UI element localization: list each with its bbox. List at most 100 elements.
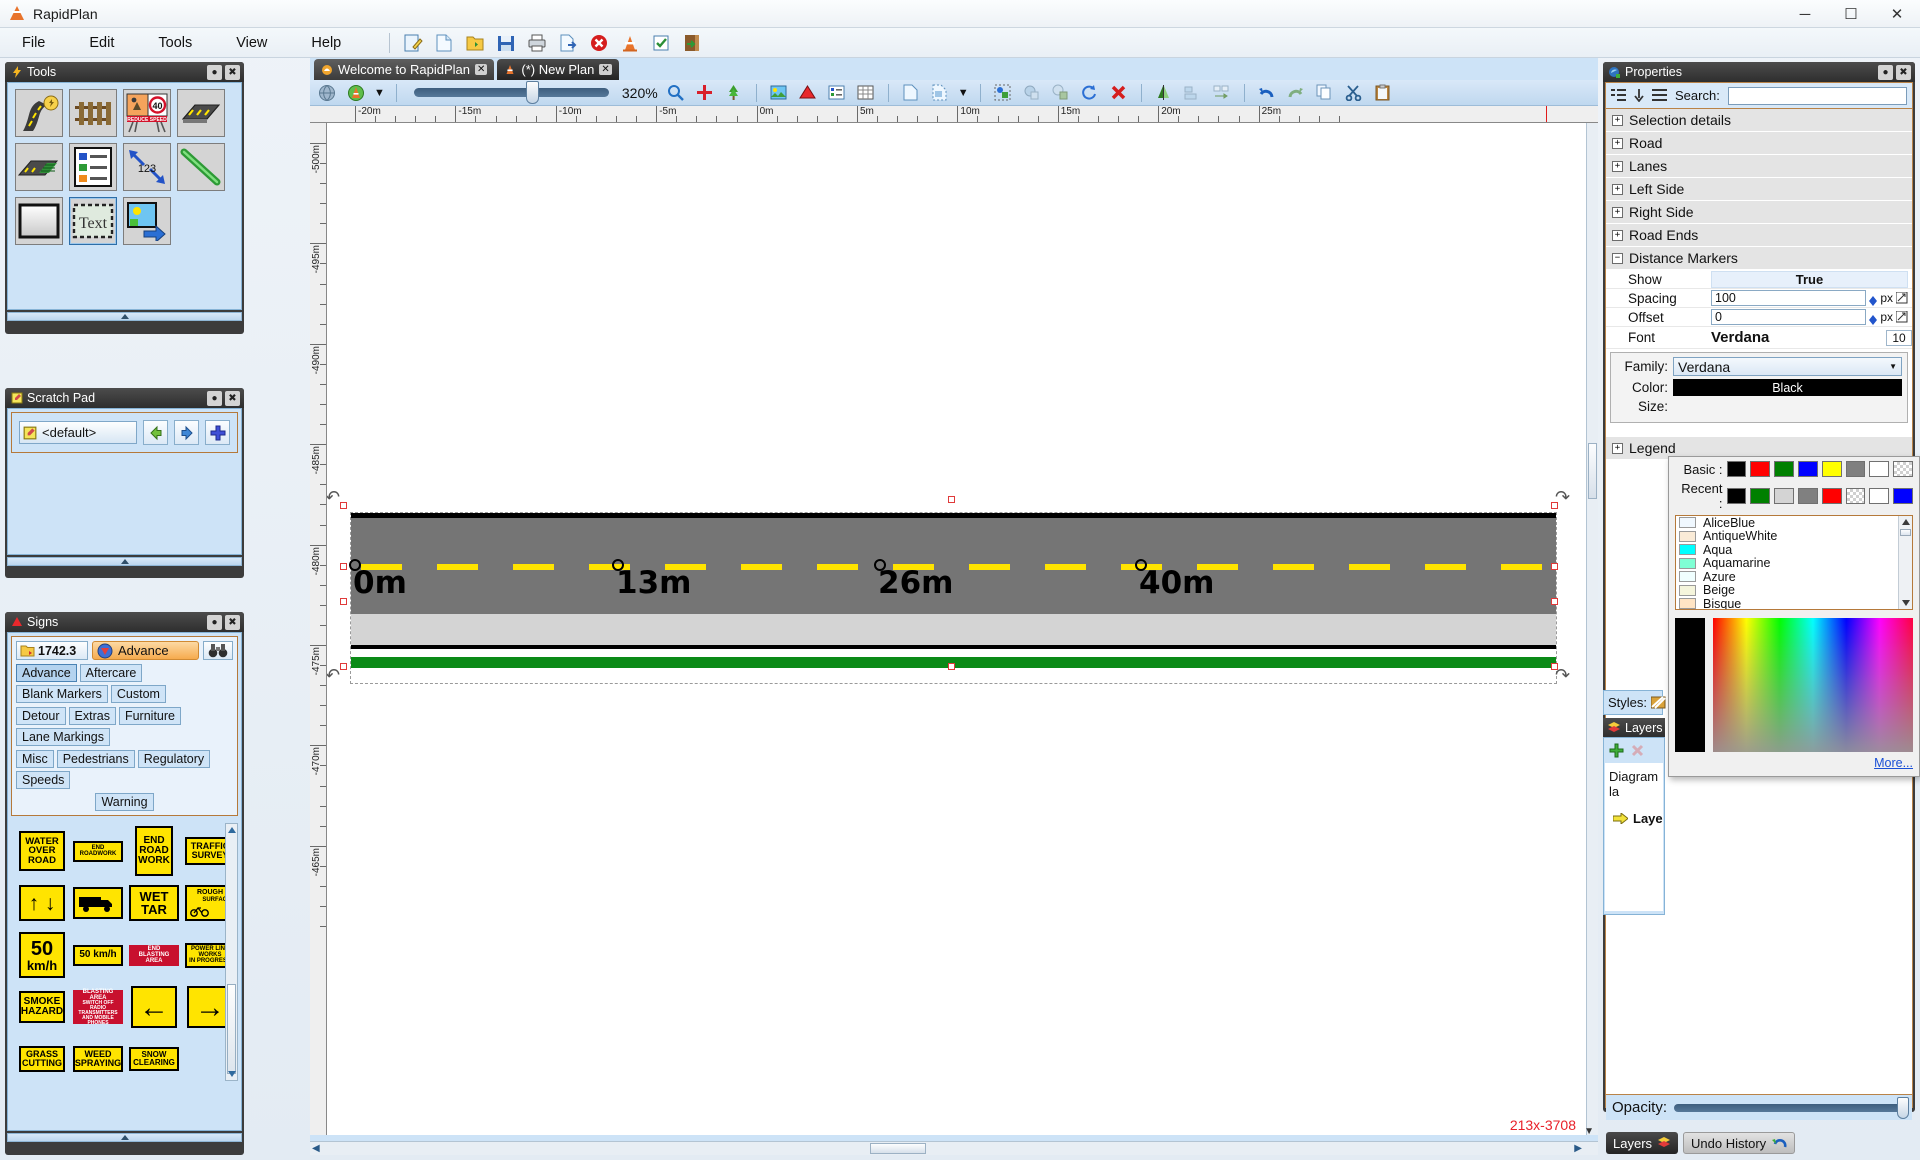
table-icon[interactable] <box>855 82 877 104</box>
sign-category-combo[interactable]: Advance <box>92 641 199 660</box>
paste-icon[interactable] <box>1372 82 1394 104</box>
rotate-handle-top-left[interactable]: ↶ <box>327 487 345 507</box>
property-group-road-ends[interactable]: + Road Ends <box>1606 224 1912 247</box>
delete-icon[interactable] <box>1108 82 1130 104</box>
spin-diamond-icon[interactable] <box>1869 295 1878 306</box>
resize-handle[interactable] <box>948 663 955 670</box>
sign-end-road-work[interactable]: END ROAD WORK <box>135 826 173 876</box>
road-segment-tool[interactable] <box>177 89 225 137</box>
sign-tab-extras[interactable]: Extras <box>68 707 116 725</box>
chevron-down-icon[interactable]: ▼ <box>374 87 385 99</box>
properties-close-icon[interactable]: ✖ <box>1896 64 1911 80</box>
opacity-slider[interactable] <box>1674 1096 1909 1119</box>
categorized-view-icon[interactable] <box>1611 89 1626 102</box>
sign-water-over-road[interactable]: WATER OVER ROAD <box>19 831 65 871</box>
resize-handle[interactable] <box>340 563 347 570</box>
color-name-item[interactable]: AntiqueWhite <box>1676 529 1912 543</box>
delete-icon[interactable] <box>588 32 610 54</box>
sign-tab-speeds[interactable]: Speeds <box>16 771 71 789</box>
print-icon[interactable] <box>526 32 548 54</box>
rotate-icon[interactable] <box>1079 82 1101 104</box>
plan-canvas[interactable]: 0m 13m 26m 40m ↶ ↷ ↶ ↷ <box>327 123 1586 1135</box>
bottom-tab-layers[interactable]: Layers <box>1606 1132 1679 1154</box>
spin-diamond-icon[interactable] <box>1869 314 1878 325</box>
tab-close-icon[interactable]: ✕ <box>599 64 612 75</box>
color-name-item[interactable]: Azure <box>1676 570 1912 584</box>
scroll-down-icon[interactable]: ▼ <box>1584 1126 1594 1137</box>
dimension-tool[interactable]: 123 <box>123 143 171 191</box>
hue-saturation-field[interactable] <box>1713 618 1913 752</box>
color-name-item[interactable]: Aqua <box>1676 543 1912 557</box>
expand-icon[interactable]: + <box>1612 183 1623 195</box>
swatch-blue[interactable] <box>1797 461 1818 477</box>
exit-icon[interactable] <box>681 32 703 54</box>
swatch-yellow[interactable] <box>1821 461 1842 477</box>
expand-icon[interactable]: + <box>1612 160 1623 172</box>
recent-swatch-gray[interactable] <box>1797 488 1818 504</box>
expand-icon[interactable]: + <box>1612 114 1623 126</box>
opacity-slider-knob[interactable] <box>1897 1096 1909 1119</box>
menu-file[interactable]: File <box>8 32 59 54</box>
sort-descending-icon[interactable] <box>1634 89 1644 102</box>
sign-two-way-arrows[interactable]: ↑ ↓ <box>19 885 65 921</box>
cone-icon[interactable] <box>619 32 641 54</box>
next-button[interactable] <box>174 420 199 445</box>
expand-icon[interactable]: + <box>1612 442 1623 454</box>
property-group-right-side[interactable]: + Right Side <box>1606 201 1912 224</box>
sign-tab-misc[interactable]: Misc <box>16 750 54 768</box>
menu-view[interactable]: View <box>222 32 281 54</box>
align-icon[interactable] <box>1182 82 1204 104</box>
tab-new-plan[interactable]: (*) New Plan ✕ <box>497 59 619 80</box>
globe-icon[interactable] <box>316 82 338 104</box>
image-icon[interactable] <box>768 82 790 104</box>
line-tool[interactable] <box>177 143 225 191</box>
scroll-right-icon[interactable]: ▶ <box>1574 1143 1582 1154</box>
railway-tool[interactable] <box>69 89 117 137</box>
add-layer-icon[interactable] <box>1609 743 1624 758</box>
property-group-selection-details[interactable]: + Selection details <box>1606 109 1912 132</box>
sign-50-kmh-small[interactable]: 50 km/h <box>73 944 123 966</box>
expand-editor-icon[interactable] <box>1896 292 1908 304</box>
swatch-black[interactable] <box>1726 461 1747 477</box>
copy-icon[interactable] <box>1314 82 1336 104</box>
scroll-down-icon[interactable] <box>1902 600 1910 606</box>
expand-editor-icon[interactable] <box>1896 311 1908 323</box>
tab-welcome-to-rapidplan[interactable]: Welcome to RapidPlan ✕ <box>314 59 495 80</box>
remove-layer-icon[interactable] <box>1630 743 1645 758</box>
recent-swatch-lightgray[interactable] <box>1774 488 1794 504</box>
menu-tools[interactable]: Tools <box>144 32 206 54</box>
zoom-icon[interactable] <box>665 82 687 104</box>
expand-icon[interactable]: + <box>1612 137 1623 149</box>
add-crosshair-icon[interactable] <box>694 82 716 104</box>
named-colors-list[interactable]: AliceBlue AntiqueWhite Aqua Aquamarine A… <box>1675 515 1913 610</box>
sign-tab-pedestrians[interactable]: Pedestrians <box>56 750 135 768</box>
property-group-distance-markers[interactable]: − Distance Markers <box>1606 247 1912 270</box>
legend-icon[interactable] <box>826 82 848 104</box>
offset-input[interactable]: 0 <box>1711 309 1867 325</box>
sign-snow-clearing[interactable]: SNOW CLEARING <box>129 1047 179 1071</box>
scrollbar-thumb[interactable] <box>1900 529 1911 536</box>
signs-scrollbar-thumb[interactable] <box>227 984 236 1074</box>
new-plan-wizard-icon[interactable] <box>402 32 424 54</box>
recent-swatch-blue[interactable] <box>1893 488 1913 504</box>
open-folder-icon[interactable] <box>464 32 486 54</box>
sign-icon[interactable] <box>797 82 819 104</box>
sign-blasting-area-radio[interactable]: BLASTING AREA SWITCH OFF RADIO TRANSMITT… <box>73 989 123 1025</box>
scroll-down-icon[interactable] <box>228 1071 236 1077</box>
scrollbar-thumb[interactable] <box>1588 443 1597 499</box>
swatch-green[interactable] <box>1774 461 1794 477</box>
close-button[interactable]: ✕ <box>1874 0 1920 28</box>
property-group-road[interactable]: + Road <box>1606 132 1912 155</box>
color-list-scrollbar[interactable] <box>1898 516 1912 609</box>
selection-icon[interactable] <box>992 82 1014 104</box>
color-name-item[interactable]: Bisque <box>1676 597 1912 609</box>
sign-tab-aftercare[interactable]: Aftercare <box>79 664 143 682</box>
color-name-item[interactable]: Beige <box>1676 583 1912 597</box>
sign-tab-custom[interactable]: Custom <box>110 685 166 703</box>
styles-icon[interactable] <box>1651 695 1666 710</box>
sign-tab-warning[interactable]: Warning <box>95 793 154 811</box>
tools-close-icon[interactable]: ✖ <box>225 64 240 80</box>
signs-scrollbar[interactable] <box>225 823 238 1081</box>
distribute-icon[interactable] <box>1211 82 1233 104</box>
menu-edit[interactable]: Edit <box>75 32 128 54</box>
